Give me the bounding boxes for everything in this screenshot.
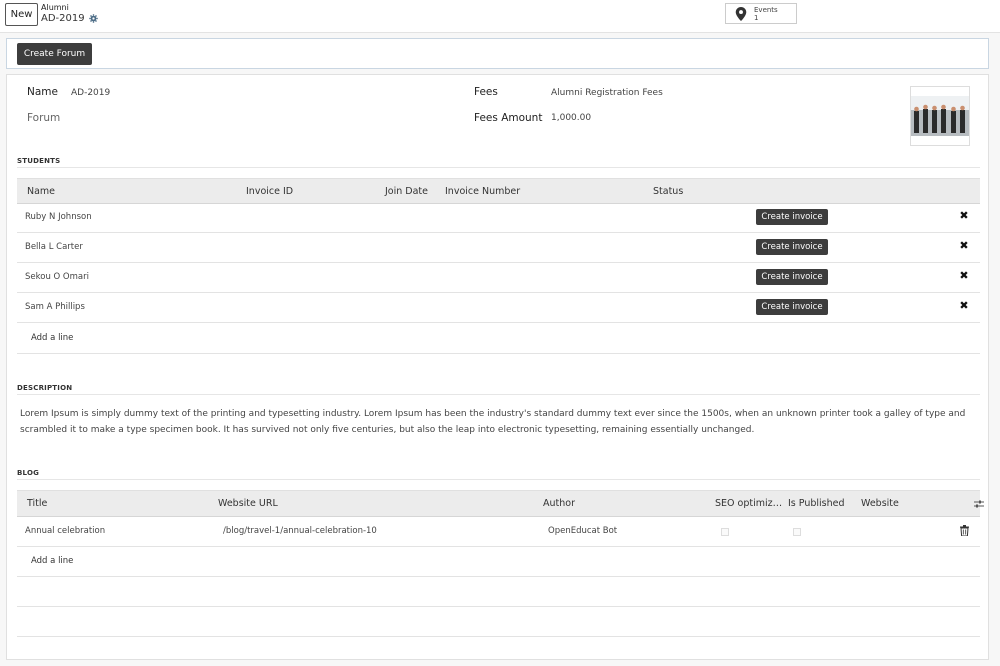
fees-amount-label: Fees Amount bbox=[474, 112, 543, 124]
delete-row-icon[interactable]: ✖ bbox=[959, 270, 969, 281]
breadcrumb-current-label: AD-2019 bbox=[41, 13, 85, 24]
blog-author: OpenEducat Bot bbox=[548, 526, 618, 536]
col-is-published[interactable]: Is Published bbox=[788, 491, 845, 517]
col-status[interactable]: Status bbox=[653, 179, 683, 204]
table-row[interactable]: Sekou O Omari Create invoice ✖ bbox=[17, 263, 980, 293]
breadcrumb-parent[interactable]: Alumni bbox=[41, 3, 69, 12]
delete-row-icon[interactable]: ✖ bbox=[959, 240, 969, 251]
col-invoice-id[interactable]: Invoice ID bbox=[246, 179, 293, 204]
events-count: 1 bbox=[754, 14, 759, 22]
blog-table-header: Title Website URL Author SEO optimiz… Is… bbox=[17, 490, 984, 517]
description-text[interactable]: Lorem Ipsum is simply dummy text of the … bbox=[20, 406, 975, 438]
blog-separator bbox=[17, 479, 980, 480]
empty-row bbox=[17, 577, 980, 607]
empty-row bbox=[17, 607, 980, 637]
map-pin-icon bbox=[735, 7, 747, 21]
alumni-image[interactable] bbox=[910, 86, 970, 146]
create-invoice-button[interactable]: Create invoice bbox=[756, 269, 828, 285]
blog-section-title: BLOG bbox=[17, 469, 40, 477]
add-line-row: Add a line bbox=[17, 547, 980, 577]
events-label: Events bbox=[754, 6, 778, 14]
add-line-link[interactable]: Add a line bbox=[31, 324, 73, 353]
gear-icon[interactable] bbox=[88, 14, 98, 23]
create-invoice-button[interactable]: Create invoice bbox=[756, 209, 828, 225]
forum-field[interactable] bbox=[71, 112, 271, 126]
create-invoice-button[interactable]: Create invoice bbox=[756, 299, 828, 315]
col-author[interactable]: Author bbox=[543, 491, 575, 517]
group-photo-icon bbox=[911, 96, 969, 136]
breadcrumb-current: AD-2019 bbox=[41, 13, 98, 24]
table-row[interactable]: Bella L Carter Create invoice ✖ bbox=[17, 233, 980, 263]
forum-label: Forum bbox=[27, 112, 61, 124]
column-settings-icon[interactable] bbox=[974, 499, 984, 509]
control-panel: New Alumni AD-2019 Events 1 bbox=[0, 0, 1000, 33]
col-website-url[interactable]: Website URL bbox=[218, 491, 278, 517]
col-join-date[interactable]: Join Date bbox=[385, 179, 428, 204]
create-forum-button[interactable]: Create Forum bbox=[17, 43, 92, 65]
student-name: Sam A Phillips bbox=[25, 302, 85, 312]
trash-icon[interactable] bbox=[960, 525, 969, 536]
students-table-header: Name Invoice ID Join Date Invoice Number… bbox=[17, 178, 980, 204]
seo-optimized-checkbox[interactable] bbox=[721, 528, 729, 536]
col-website[interactable]: Website bbox=[861, 491, 899, 517]
fees-amount-field[interactable]: 1,000.00 bbox=[551, 113, 591, 123]
description-separator bbox=[17, 394, 980, 395]
table-row[interactable]: Sam A Phillips Create invoice ✖ bbox=[17, 293, 980, 323]
col-seo-optimized[interactable]: SEO optimiz… bbox=[715, 491, 782, 517]
delete-row-icon[interactable]: ✖ bbox=[959, 210, 969, 221]
col-invoice-number[interactable]: Invoice Number bbox=[445, 179, 520, 204]
name-field[interactable]: AD-2019 bbox=[71, 88, 110, 98]
table-row[interactable]: Ruby N Johnson Create invoice ✖ bbox=[17, 203, 980, 233]
new-button[interactable]: New bbox=[5, 3, 38, 26]
form-sheet: Name AD-2019 Forum Fees Alumni Registrat… bbox=[6, 74, 989, 660]
is-published-checkbox[interactable] bbox=[793, 528, 801, 536]
events-smart-button[interactable]: Events 1 bbox=[725, 3, 797, 24]
add-line-row: Add a line bbox=[17, 324, 980, 354]
create-invoice-button[interactable]: Create invoice bbox=[756, 239, 828, 255]
delete-row-icon[interactable]: ✖ bbox=[959, 300, 969, 311]
students-separator bbox=[17, 167, 980, 168]
student-name: Ruby N Johnson bbox=[25, 212, 92, 222]
student-name: Bella L Carter bbox=[25, 242, 83, 252]
form-statusbar: Create Forum bbox=[6, 38, 989, 69]
blog-title: Annual celebration bbox=[25, 526, 106, 536]
fees-field[interactable]: Alumni Registration Fees bbox=[551, 88, 663, 98]
add-line-link[interactable]: Add a line bbox=[31, 547, 73, 576]
table-row[interactable]: Annual celebration /blog/travel-1/annual… bbox=[17, 517, 980, 547]
name-label: Name bbox=[27, 86, 58, 98]
fees-label: Fees bbox=[474, 86, 498, 98]
student-name: Sekou O Omari bbox=[25, 272, 89, 282]
blog-url: /blog/travel-1/annual-celebration-10 bbox=[223, 526, 377, 536]
students-section-title: STUDENTS bbox=[17, 157, 61, 165]
col-title[interactable]: Title bbox=[27, 491, 47, 517]
col-name[interactable]: Name bbox=[27, 179, 55, 204]
description-section-title: DESCRIPTION bbox=[17, 384, 73, 392]
